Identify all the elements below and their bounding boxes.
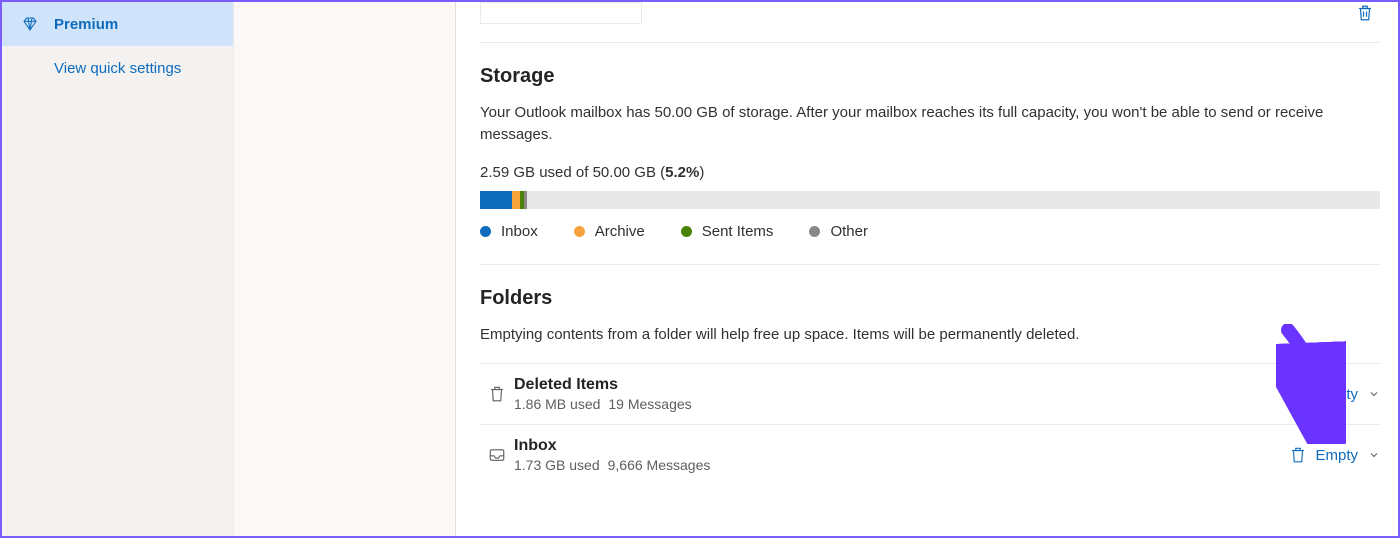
legend-label: Inbox — [501, 223, 538, 240]
empty-label: Empty — [1315, 386, 1358, 403]
storage-segment — [480, 191, 512, 209]
divider — [480, 42, 1380, 43]
empty-folder-button[interactable]: Empty — [1289, 385, 1380, 403]
legend-label: Sent Items — [702, 223, 774, 240]
delete-account-button[interactable] — [1356, 4, 1374, 22]
diamond-icon — [22, 16, 44, 32]
inbox-icon — [480, 446, 514, 464]
storage-legend: Inbox Archive Sent Items Other — [480, 223, 1380, 240]
account-card-placeholder — [480, 2, 642, 24]
settings-content: Storage Your Outlook mailbox has 50.00 G… — [456, 2, 1398, 536]
empty-label: Empty — [1315, 447, 1358, 464]
trash-icon — [1289, 446, 1307, 464]
trash-icon — [1289, 385, 1307, 403]
legend-item: Sent Items — [681, 223, 774, 240]
sidebar-item-quick-settings[interactable]: View quick settings — [2, 46, 233, 90]
legend-label: Archive — [595, 223, 645, 240]
legend-dot-icon — [480, 226, 491, 237]
settings-sidebar: Premium View quick settings — [2, 2, 234, 536]
folder-row: Inbox 1.73 GB used9,666 Messages Empty — [480, 424, 1380, 485]
legend-dot-icon — [809, 226, 820, 237]
storage-segment — [524, 191, 527, 209]
folder-row: Deleted Items 1.86 MB used19 Messages Empt… — [480, 363, 1380, 424]
legend-dot-icon — [681, 226, 692, 237]
folder-name: Deleted Items — [514, 376, 1289, 394]
storage-segment — [512, 191, 520, 209]
chevron-down-icon — [1368, 388, 1380, 400]
legend-dot-icon — [574, 226, 585, 237]
storage-usage-summary: 2.59 GB used of 50.00 GB (5.2%) — [480, 164, 1380, 181]
legend-item: Archive — [574, 223, 645, 240]
divider — [480, 264, 1380, 265]
storage-heading: Storage — [480, 65, 1380, 88]
folders-description: Emptying contents from a folder will hel… — [480, 324, 1380, 346]
legend-item: Inbox — [480, 223, 538, 240]
sidebar-item-premium[interactable]: Premium — [2, 2, 233, 46]
empty-folder-button[interactable]: Empty — [1289, 446, 1380, 464]
storage-description: Your Outlook mailbox has 50.00 GB of sto… — [480, 102, 1380, 146]
folders-heading: Folders — [480, 287, 1380, 310]
sidebar-item-label: View quick settings — [22, 60, 181, 77]
legend-item: Other — [809, 223, 868, 240]
folder-name: Inbox — [514, 437, 1289, 455]
secondary-pane — [234, 2, 456, 536]
storage-usage-bar — [480, 191, 1380, 209]
sidebar-item-label: Premium — [44, 16, 118, 33]
chevron-down-icon — [1368, 449, 1380, 461]
trash-icon — [480, 385, 514, 403]
legend-label: Other — [830, 223, 868, 240]
folder-usage: 1.73 GB used9,666 Messages — [514, 457, 1289, 473]
folder-usage: 1.86 MB used19 Messages — [514, 396, 1289, 412]
